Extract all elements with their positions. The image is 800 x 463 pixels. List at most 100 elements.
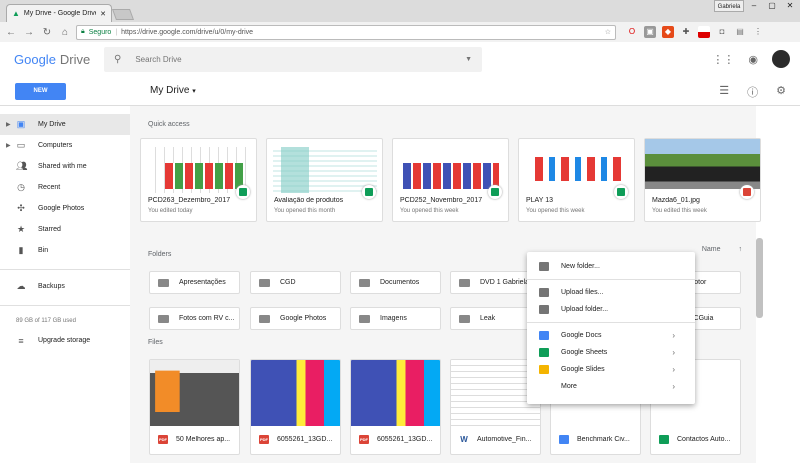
upload-file-icon bbox=[539, 288, 549, 297]
sort-control[interactable]: Name ↑ bbox=[702, 246, 742, 253]
sidebar-item-photos[interactable]: ✣ Google Photos bbox=[0, 198, 130, 219]
docs-icon bbox=[539, 331, 549, 340]
browser-tab[interactable]: ▲ My Drive - Google Drive ✕ bbox=[6, 4, 112, 22]
sheet-thumbnail bbox=[147, 147, 251, 193]
upgrade-storage-link[interactable]: ≡ Upgrade storage bbox=[0, 330, 130, 351]
drive-header: Google Drive ⚲ Search Drive ▼ ⋮⋮ ◉ bbox=[0, 42, 800, 78]
badge-square bbox=[239, 188, 247, 196]
computer-icon: ▭ bbox=[16, 140, 26, 150]
sidebar-item-backups[interactable]: ☁ Backups bbox=[0, 276, 130, 297]
quick-access-card[interactable]: PCD252_Novembro_2017 You opened this wee… bbox=[392, 138, 509, 222]
minimize-icon[interactable]: – bbox=[746, 0, 762, 12]
menu-item-upload-files[interactable]: Upload files... bbox=[527, 284, 695, 301]
address-bar[interactable]: 🔒︎ Seguro | https://drive.google.com/dri… bbox=[76, 24, 616, 40]
card-subtitle: You edited this week bbox=[652, 208, 707, 214]
slides-icon bbox=[539, 365, 549, 374]
search-input[interactable]: Search Drive bbox=[135, 55, 451, 64]
shared-folder-icon bbox=[459, 278, 470, 287]
menu-item-new-folder[interactable]: New folder... bbox=[527, 258, 695, 275]
folder-item[interactable]: Apresentações bbox=[149, 271, 240, 294]
scrollbar[interactable] bbox=[756, 238, 763, 318]
menu-item-label: Google Sheets bbox=[561, 349, 608, 356]
photo-thumbnail bbox=[645, 139, 760, 189]
sidebar-item-shared[interactable]: 👥︎ Shared with me bbox=[0, 156, 130, 177]
new-button[interactable]: NEW bbox=[15, 83, 66, 100]
upload-folder-icon bbox=[539, 305, 549, 314]
chevron-right-icon: › bbox=[672, 382, 675, 391]
folder-name: Google Photos bbox=[280, 315, 327, 322]
search-options-icon[interactable]: ▼ bbox=[465, 56, 472, 63]
menu-dots-icon[interactable]: ⋮ bbox=[752, 26, 764, 38]
avatar[interactable] bbox=[772, 50, 790, 68]
close-tab-icon[interactable]: ✕ bbox=[100, 10, 106, 18]
quick-access-card[interactable]: PLAY 13 You opened this week bbox=[518, 138, 635, 222]
toolbar: NEW My Drive ▾ ☰ ⓘ ⚙ bbox=[0, 78, 800, 106]
cloud-icon: ☁ bbox=[16, 281, 26, 291]
menu-item-more[interactable]: More › bbox=[527, 378, 695, 395]
search-box[interactable]: ⚲ Search Drive ▼ bbox=[104, 47, 482, 72]
back-icon[interactable]: ← bbox=[4, 27, 18, 38]
folder-name: Imagens bbox=[380, 315, 407, 322]
extension4-icon[interactable]: ▤ bbox=[734, 26, 746, 38]
profile-button[interactable]: Gabriela bbox=[714, 0, 744, 12]
drive-logo[interactable]: Google Drive bbox=[14, 52, 90, 67]
maximize-icon[interactable]: ▢ bbox=[764, 0, 780, 12]
location-dropdown[interactable]: My Drive ▾ bbox=[150, 85, 196, 96]
menu-item-label: New folder... bbox=[561, 263, 600, 270]
thumbnail-cells bbox=[165, 163, 245, 189]
expand-arrow-icon[interactable]: ▶ bbox=[6, 121, 11, 128]
sidebar-item-recent[interactable]: ◷ Recent bbox=[0, 177, 130, 198]
extension3-icon[interactable]: ◘ bbox=[716, 26, 728, 38]
home-icon[interactable]: ⌂ bbox=[58, 27, 72, 38]
close-window-icon[interactable]: ✕ bbox=[782, 0, 798, 12]
file-card[interactable]: PDF 6055261_13GD... bbox=[350, 359, 441, 455]
menu-item-google-docs[interactable]: Google Docs › bbox=[527, 327, 695, 344]
menu-item-google-slides[interactable]: Google Slides › bbox=[527, 361, 695, 378]
sidebar-item-my-drive[interactable]: ▶ ▣ My Drive bbox=[0, 114, 130, 135]
quick-access-card[interactable]: PCD263_Dezembro_2017 You edited today bbox=[140, 138, 257, 222]
flag-icon[interactable] bbox=[698, 26, 710, 38]
file-card[interactable]: ▉ PDF 50 Melhores ap... bbox=[149, 359, 240, 455]
extension2-icon[interactable]: ✚ bbox=[680, 26, 692, 38]
search-icon[interactable]: ⚲ bbox=[114, 54, 121, 65]
opera-icon[interactable]: O bbox=[626, 26, 638, 38]
folder-name: CGD bbox=[280, 279, 296, 286]
badge-square bbox=[743, 188, 751, 196]
menu-item-google-sheets[interactable]: Google Sheets › bbox=[527, 344, 695, 361]
quick-access-card[interactable]: Mazda6_01.jpg You edited this week bbox=[644, 138, 761, 222]
reload-icon[interactable]: ↻ bbox=[40, 27, 54, 38]
menu-item-upload-folder[interactable]: Upload folder... bbox=[527, 301, 695, 318]
menu-divider bbox=[527, 322, 695, 323]
info-icon[interactable]: ⓘ bbox=[747, 84, 758, 100]
expand-arrow-icon[interactable]: ▶ bbox=[6, 142, 11, 149]
folder-item[interactable]: Imagens bbox=[350, 307, 441, 330]
apps-grid-icon[interactable]: ⋮⋮ bbox=[712, 53, 734, 66]
quick-access-card[interactable]: Avaliação de produtos You opened this mo… bbox=[266, 138, 383, 222]
sidebar-item-bin[interactable]: ▮ Bin bbox=[0, 240, 130, 261]
folder-item[interactable]: Google Photos bbox=[250, 307, 341, 330]
file-card[interactable]: PDF 6055261_13GD... bbox=[250, 359, 341, 455]
bookmark-star-icon[interactable]: ☆ bbox=[605, 28, 611, 36]
logo-google: Google bbox=[14, 52, 56, 67]
folder-item[interactable]: CGD bbox=[250, 271, 341, 294]
extension-icon[interactable]: ▣ bbox=[644, 26, 656, 38]
chevron-right-icon: › bbox=[672, 348, 675, 357]
folder-item[interactable]: Fotos com RV c... bbox=[149, 307, 240, 330]
list-view-icon[interactable]: ☰ bbox=[719, 84, 729, 100]
settings-gear-icon[interactable]: ⚙ bbox=[776, 84, 786, 100]
storage-icon: ≡ bbox=[18, 335, 24, 346]
caret-down-icon: ▾ bbox=[192, 88, 196, 95]
pdf-thumbnail bbox=[251, 360, 340, 426]
file-name: 6055261_13GD... bbox=[277, 436, 333, 443]
folder-item[interactable]: Documentos bbox=[350, 271, 441, 294]
forward-icon[interactable]: → bbox=[22, 27, 36, 38]
notifications-icon[interactable]: ◉ bbox=[748, 53, 758, 66]
sidebar-item-starred[interactable]: ★ Starred bbox=[0, 219, 130, 240]
new-tab-button[interactable] bbox=[111, 9, 135, 20]
card-name: PLAY 13 bbox=[526, 197, 553, 204]
thumbnail-column bbox=[281, 147, 309, 193]
sidebar-item-computers[interactable]: ▶ ▭ Computers bbox=[0, 135, 130, 156]
new-context-menu: New folder... Upload files... Upload fol… bbox=[527, 252, 695, 404]
office-icon[interactable]: ◆ bbox=[662, 26, 674, 38]
tab-title: My Drive - Google Drive bbox=[23, 10, 97, 17]
